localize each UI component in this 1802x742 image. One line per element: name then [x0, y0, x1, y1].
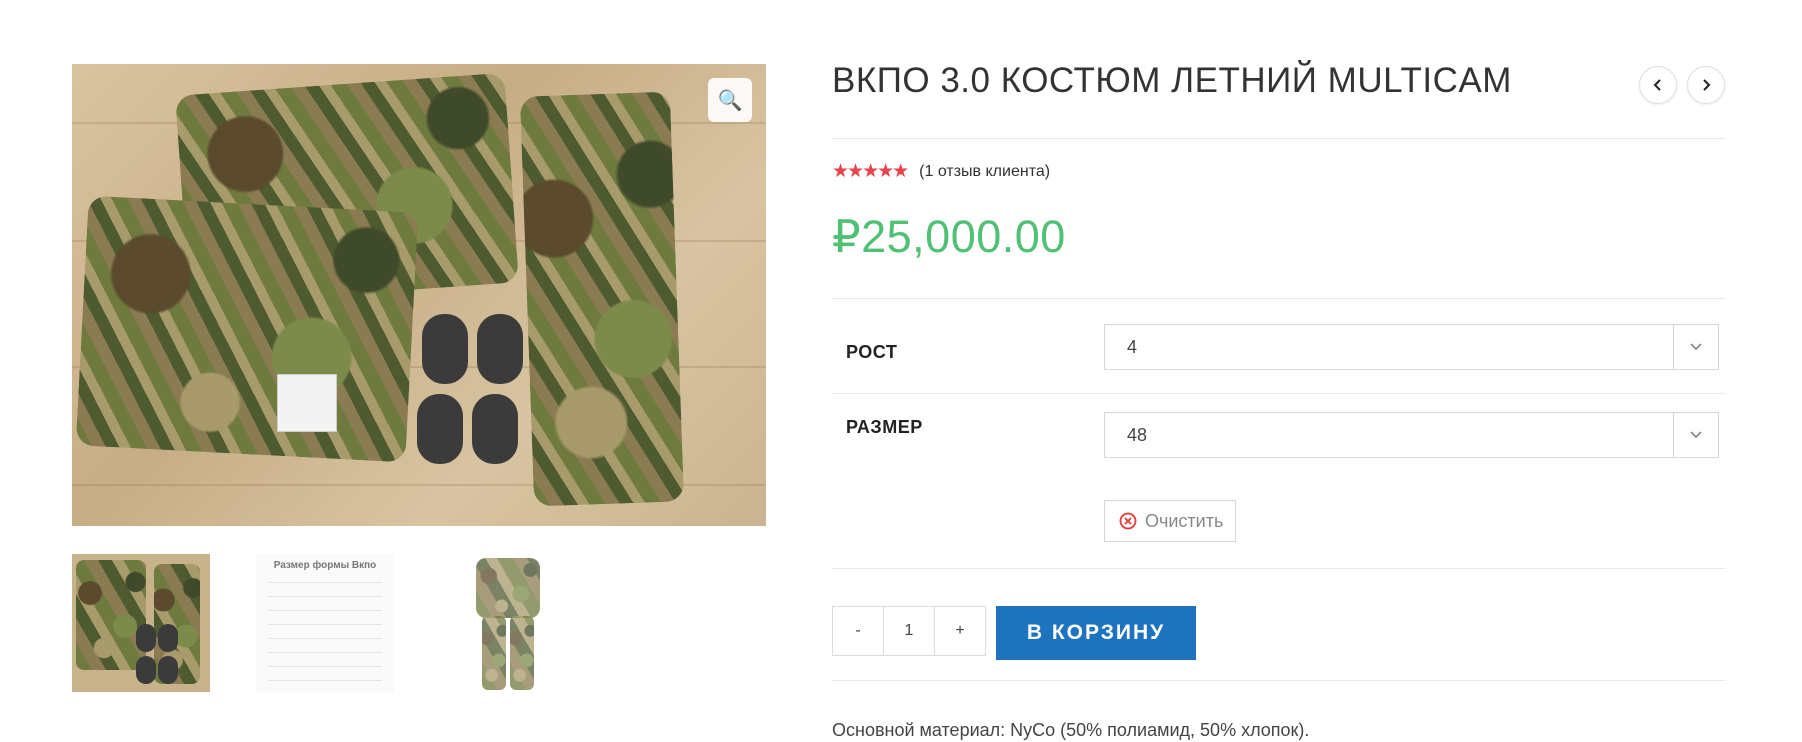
- table-line: [268, 624, 382, 625]
- thumb-jacket: [76, 560, 146, 670]
- variation-label-size: РАЗМЕР: [846, 417, 923, 437]
- divider: [832, 568, 1725, 569]
- knee-pad-image: [417, 394, 463, 464]
- reset-label: Очистить: [1145, 510, 1224, 531]
- label-tag-image: [277, 374, 337, 432]
- quantity-decrease-button[interactable]: -: [833, 607, 883, 655]
- size-select[interactable]: 48: [1104, 412, 1719, 458]
- quantity-stepper: - 1 +: [832, 606, 986, 656]
- chevron-left-icon: [1653, 79, 1661, 91]
- model-leg: [510, 616, 534, 690]
- main-product-image[interactable]: 🔍: [72, 64, 766, 526]
- clear-circle-icon: [1119, 512, 1137, 530]
- product-summary: ВКПО 3.0 КОСТЮМ ЛЕТНИЙ MULTICAM ★★★★★ (1…: [832, 58, 1725, 740]
- table-line: [268, 652, 382, 653]
- model-leg: [482, 616, 506, 690]
- gallery-thumbnails: Размер формы Вкпо: [72, 554, 578, 692]
- product-title: ВКПО 3.0 КОСТЮМ ЛЕТНИЙ MULTICAM: [832, 61, 1512, 100]
- variation-label-height: РОСТ: [846, 342, 898, 362]
- chevron-right-icon: [1703, 79, 1711, 91]
- height-select-value: 4: [1127, 336, 1138, 357]
- add-to-cart-button[interactable]: В КОРЗИНУ: [996, 606, 1196, 660]
- table-line: [268, 582, 382, 583]
- previous-product-button[interactable]: [1639, 66, 1677, 104]
- table-line: [268, 666, 382, 667]
- thumb-pad: [136, 624, 156, 652]
- star-rating-icon: ★★★★★: [832, 161, 909, 182]
- knee-pad-image: [472, 394, 518, 464]
- thumbnail-size-table[interactable]: Размер формы Вкпо: [256, 554, 394, 692]
- next-product-button[interactable]: [1687, 66, 1725, 104]
- table-line: [268, 610, 382, 611]
- table-line: [268, 596, 382, 597]
- chevron-down-icon: [1673, 325, 1718, 369]
- product-price: ₽25,000.00: [832, 211, 1066, 262]
- product-navigation: [1639, 66, 1725, 104]
- thumbnail-product-photo[interactable]: [72, 554, 210, 692]
- quantity-increase-button[interactable]: +: [935, 607, 985, 655]
- magnifier-icon: 🔍: [717, 89, 743, 112]
- divider: [832, 298, 1725, 299]
- size-table-title: Размер формы Вкпо: [273, 560, 377, 571]
- jacket-image: [75, 195, 419, 463]
- chevron-down-icon: [1673, 413, 1718, 457]
- thumb-pad: [158, 656, 178, 684]
- quantity-input[interactable]: 1: [883, 607, 935, 655]
- size-select-value: 48: [1127, 424, 1148, 445]
- knee-pad-image: [477, 314, 523, 384]
- model-torso: [476, 558, 540, 618]
- knee-pad-image: [422, 314, 468, 384]
- height-select[interactable]: 4: [1104, 324, 1719, 370]
- thumb-pad: [136, 656, 156, 684]
- product-rating: ★★★★★ (1 отзыв клиента): [832, 160, 1050, 183]
- table-line: [268, 638, 382, 639]
- thumbnail-model-photo[interactable]: [440, 554, 578, 692]
- divider: [832, 393, 1725, 394]
- product-short-description: Основной материал: NyCo (50% полиамид, 5…: [832, 720, 1310, 740]
- thumb-pad: [158, 624, 178, 652]
- divider: [832, 680, 1725, 681]
- zoom-button[interactable]: 🔍: [708, 78, 752, 122]
- reviews-link[interactable]: (1 отзыв клиента): [919, 163, 1050, 181]
- divider: [832, 138, 1725, 139]
- reset-variations-button[interactable]: Очистить: [1104, 500, 1236, 542]
- pants-image: [519, 91, 685, 507]
- table-line: [268, 680, 382, 681]
